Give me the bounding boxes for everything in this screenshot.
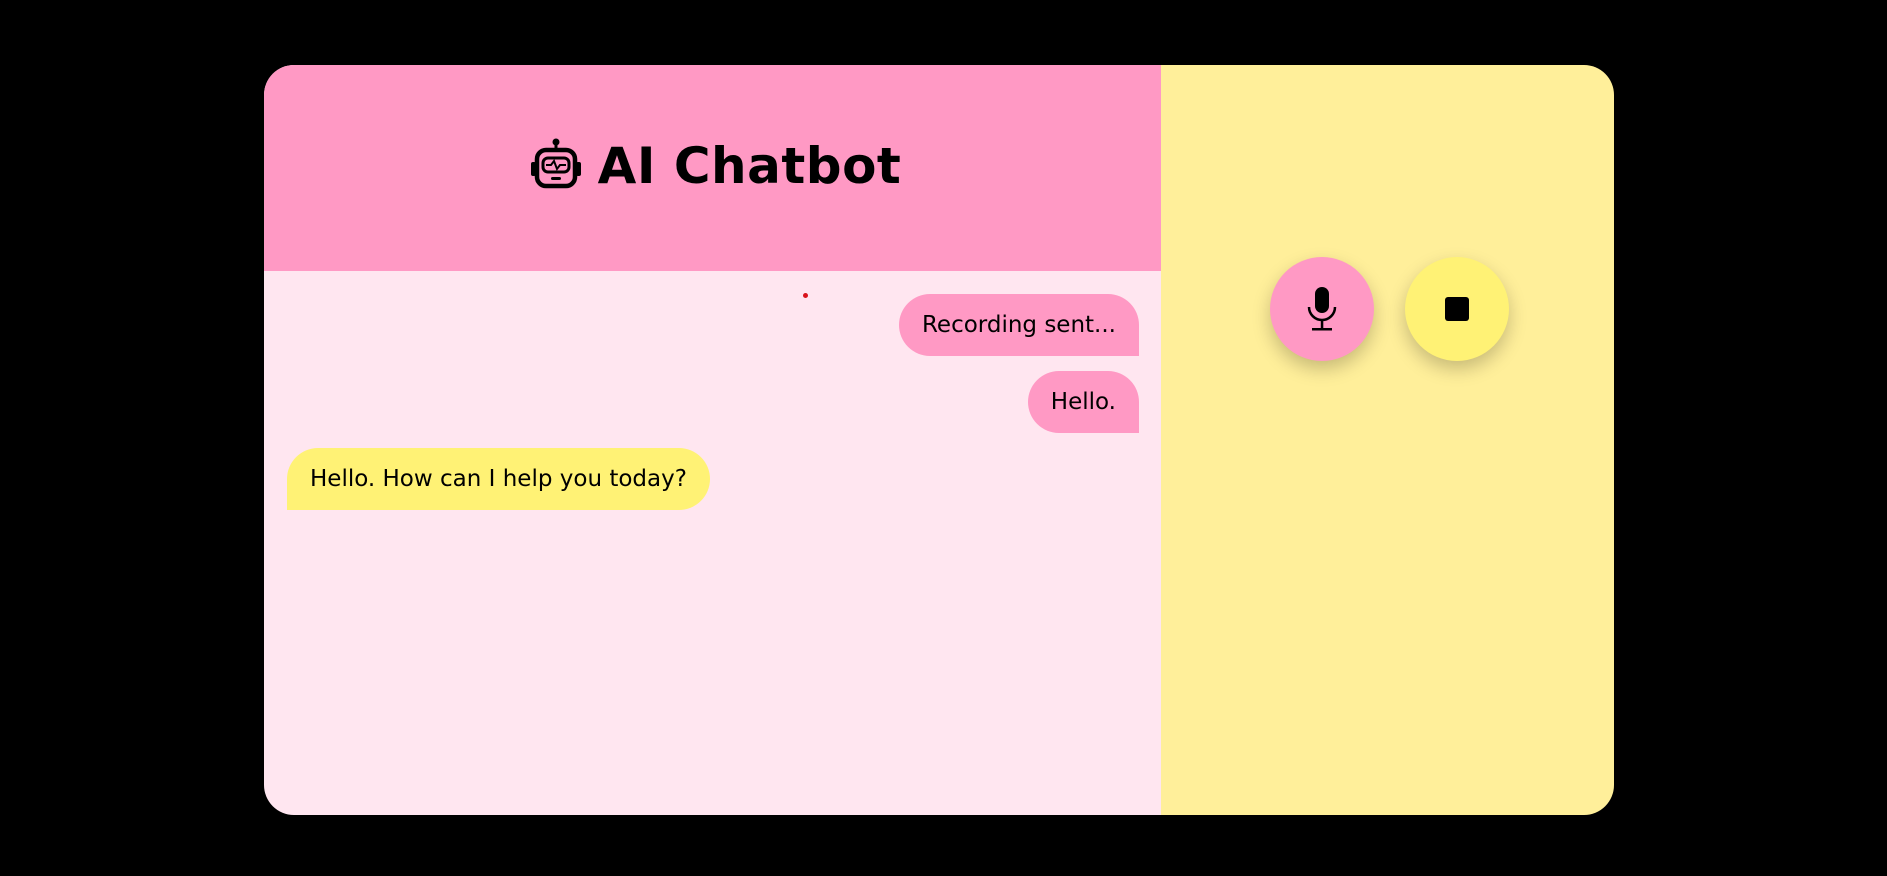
user-message-bubble: Recording sent... <box>898 294 1139 356</box>
message-list: Recording sent... Hello. Hello. How can … <box>264 271 1161 815</box>
stop-button[interactable] <box>1405 257 1509 361</box>
microphone-icon <box>1305 285 1339 333</box>
record-button[interactable] <box>1270 257 1374 361</box>
robot-icon <box>528 138 584 194</box>
message-bot: Hello. How can I help you today? <box>287 448 1139 510</box>
chat-panel: AI Chatbot Recording sent... Hello. Hell… <box>264 65 1161 815</box>
recording-indicator <box>803 293 808 298</box>
user-message-bubble: Hello. <box>1027 371 1139 433</box>
chatbot-window: AI Chatbot Recording sent... Hello. Hell… <box>264 65 1614 815</box>
message-user: Recording sent... <box>287 294 1139 356</box>
control-panel <box>1161 65 1614 815</box>
page-title: AI Chatbot <box>597 137 902 195</box>
chat-header: AI Chatbot <box>264 65 1161 271</box>
stop-icon <box>1444 296 1470 322</box>
message-user: Hello. <box>287 371 1139 433</box>
bot-message-bubble: Hello. How can I help you today? <box>287 448 710 510</box>
